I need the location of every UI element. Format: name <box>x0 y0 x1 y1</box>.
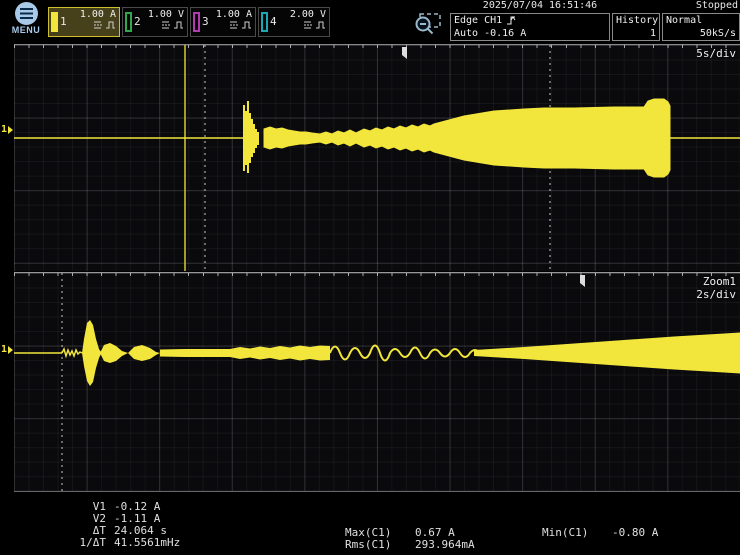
inv-dt-value: 41.5561mHz <box>114 536 181 549</box>
trigger-position-marker[interactable] <box>402 47 407 59</box>
menu-label: MENU <box>11 25 41 35</box>
channel-3-color-bar <box>193 12 200 32</box>
dc-coupling-icon <box>230 21 238 29</box>
channel-4-scale: 2.00 V <box>289 9 326 20</box>
channel-4-box[interactable]: 4 2.00 V <box>258 7 330 37</box>
channel-1-position-marker-main[interactable]: 1 <box>1 124 14 135</box>
rms-label: Rms(C1) <box>345 538 392 551</box>
probe-waveform-icon <box>242 21 251 29</box>
menu-button[interactable]: MENU <box>7 2 45 40</box>
zoom-search-icon <box>415 13 441 35</box>
acquisition-mode: Normal <box>666 15 703 26</box>
inv-dt-label: 1/ΔT <box>79 536 107 549</box>
acquisition-status: Stopped <box>695 0 738 11</box>
history-value: 1 <box>649 28 656 39</box>
trigger-info-box[interactable]: Edge CH1 Auto -0.16 A <box>450 13 610 41</box>
main-waveform <box>14 45 740 271</box>
rms-value: 293.964mA <box>415 538 475 551</box>
main-timebase-label[interactable]: 5s/div <box>696 47 736 60</box>
channel-1-color-bar <box>51 12 58 32</box>
channel-2-box[interactable]: 2 1.00 V <box>122 7 188 37</box>
hamburger-menu-icon <box>14 2 38 25</box>
measure-row-inv-dt: 1/ΔT 41.5561mHz <box>68 536 181 549</box>
dc-coupling-icon <box>304 21 312 29</box>
trigger-source: Edge CH1 <box>454 15 503 26</box>
channel-1-box[interactable]: 1 1.00 A <box>48 7 120 37</box>
zoom-waveform <box>14 273 740 491</box>
main-waveform-window[interactable]: 5s/div <box>14 44 740 271</box>
history-box[interactable]: History 1 <box>612 13 660 41</box>
channel-1-position-marker-zoom[interactable]: 1 <box>1 344 14 355</box>
sample-rate: 50kS/s <box>699 28 736 39</box>
channel-2-number: 2 <box>134 15 141 28</box>
channel-4-color-bar <box>261 12 268 32</box>
dc-coupling-icon <box>94 21 102 29</box>
channel-2-color-bar <box>125 12 132 32</box>
zoom-timebase-label[interactable]: 2s/div <box>696 288 736 301</box>
zoom-window-label[interactable]: Zoom1 <box>696 275 736 288</box>
zoom-waveform-window[interactable]: Zoom1 2s/div <box>14 272 740 492</box>
rms-measure-row: Rms(C1) 293.964mA <box>345 539 475 551</box>
oscilloscope-screen: MENU 1 1.00 A 2 1.00 V 3 1.00 A 4 2.00 V… <box>0 0 740 555</box>
auto-measurements-right: Min(C1) -0.80 A <box>542 527 658 539</box>
datetime-display: 2025/07/04 16:51:46 <box>482 0 598 11</box>
rising-edge-icon <box>507 16 516 25</box>
channel-2-scale: 1.00 V <box>147 9 184 20</box>
channel-3-number: 3 <box>202 15 209 28</box>
auto-measurements-left: Max(C1) 0.67 A Rms(C1) 293.964mA <box>345 527 475 551</box>
min-value: -0.80 A <box>612 526 659 539</box>
cursor-measurements: V1 -0.12 A V2 -1.11 A ΔT 24.064 s 1/ΔT 4… <box>68 501 181 549</box>
channel-1-number: 1 <box>60 15 67 28</box>
channel-4-number: 4 <box>270 15 277 28</box>
dc-coupling-icon <box>162 21 170 29</box>
min-measure-row: Min(C1) -0.80 A <box>542 527 658 539</box>
channel-3-box[interactable]: 3 1.00 A <box>190 7 256 37</box>
trigger-mode-level: Auto -0.16 A <box>454 28 527 39</box>
history-label: History <box>616 15 659 26</box>
channel-1-scale: 1.00 A <box>79 9 116 20</box>
min-label: Min(C1) <box>542 526 589 539</box>
probe-waveform-icon <box>174 21 183 29</box>
top-bar: MENU 1 1.00 A 2 1.00 V 3 1.00 A 4 2.00 V… <box>0 0 740 42</box>
probe-waveform-icon <box>316 21 325 29</box>
channel-3-scale: 1.00 A <box>215 9 252 20</box>
probe-waveform-icon <box>106 21 115 29</box>
acquisition-box[interactable]: Normal 50kS/s <box>662 13 740 41</box>
zoom-trigger-position-marker[interactable] <box>580 275 585 287</box>
zoom-search-button[interactable] <box>412 11 444 41</box>
